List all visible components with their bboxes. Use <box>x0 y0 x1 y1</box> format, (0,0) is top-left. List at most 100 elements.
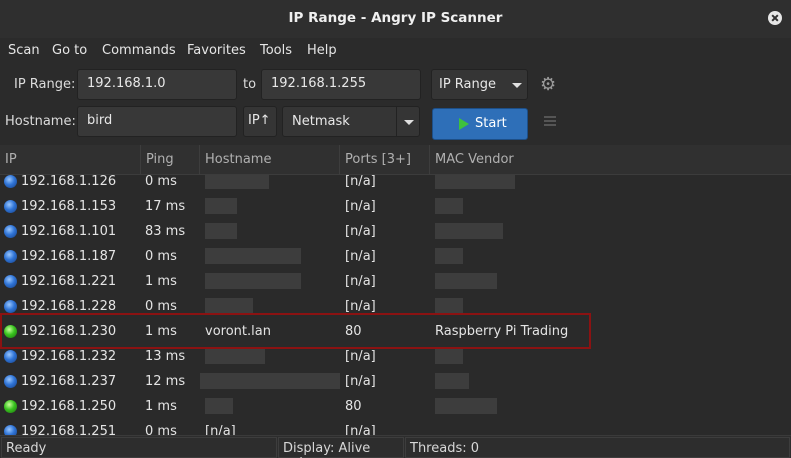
status-dot-icon <box>4 350 17 363</box>
cell-ports: [n/a] <box>345 175 376 189</box>
redacted-vendor <box>435 248 463 264</box>
cell-ping: 1 ms <box>145 274 177 289</box>
ip-up-button[interactable]: IP↑ <box>243 106 277 137</box>
cell-ping: 0 ms <box>145 249 177 264</box>
close-icon[interactable] <box>768 11 782 25</box>
table-row[interactable]: 192.168.1.237 12 ms [n/a] <box>0 369 791 394</box>
play-icon <box>459 118 469 130</box>
redacted-vendor <box>435 223 503 239</box>
feeder-select[interactable]: IP Range <box>431 69 528 100</box>
status-dot-icon <box>4 425 17 435</box>
gear-icon[interactable]: ⚙ <box>540 76 558 94</box>
cell-ports: 80 <box>345 399 362 414</box>
list-icon[interactable] <box>544 116 556 128</box>
table-row[interactable]: 192.168.1.153 17 ms [n/a] <box>0 194 791 219</box>
dropdown-divider <box>396 107 397 136</box>
menu-tools[interactable]: Tools <box>260 43 292 58</box>
cell-ping: 83 ms <box>145 224 186 239</box>
cell-ip: 192.168.1.187 <box>21 249 117 264</box>
feeder-select-value: IP Range <box>439 77 497 92</box>
cell-ports: [n/a] <box>345 424 376 435</box>
cell-ports: [n/a] <box>345 374 376 389</box>
cell-ping: 12 ms <box>145 374 186 389</box>
redacted-hostname <box>205 273 301 289</box>
table-row[interactable]: 192.168.1.187 0 ms [n/a] <box>0 244 791 269</box>
redacted-vendor <box>435 398 497 414</box>
cell-ping: 0 ms <box>145 299 177 314</box>
cell-ip: 192.168.1.250 <box>21 399 117 414</box>
table-row[interactable]: 192.168.1.221 1 ms [n/a] <box>0 269 791 294</box>
menu-favorites[interactable]: Favorites <box>187 43 246 58</box>
menu-bar: Scan Go to Commands Favorites Tools Help <box>0 38 791 64</box>
table-body: 192.168.1.126 0 ms [n/a] 192.168.1.153 1… <box>0 175 791 435</box>
cell-ports: [n/a] <box>345 199 376 214</box>
ip-range-label: IP Range: <box>14 77 76 92</box>
results-table: IP Ping Hostname Ports [3+] MAC Vendor 1… <box>0 145 791 435</box>
column-ping[interactable]: Ping <box>141 145 200 175</box>
redacted-hostname <box>205 175 269 189</box>
column-mac-vendor[interactable]: MAC Vendor <box>430 145 791 175</box>
redacted-hostname <box>205 398 233 414</box>
redacted-vendor <box>435 198 463 214</box>
redacted-vendor <box>435 298 463 314</box>
cell-ports: [n/a] <box>345 249 376 264</box>
menu-scan[interactable]: Scan <box>8 43 40 58</box>
menu-commands[interactable]: Commands <box>102 43 176 58</box>
netmask-select-value: Netmask <box>292 114 350 129</box>
ip-end-input[interactable]: 192.168.1.255 <box>261 69 421 100</box>
status-dot-icon <box>4 175 17 188</box>
netmask-select[interactable]: Netmask <box>282 106 420 137</box>
cell-ip: 192.168.1.101 <box>21 224 117 239</box>
cell-ports: [n/a] <box>345 299 376 314</box>
window-title: IP Range - Angry IP Scanner <box>288 10 503 26</box>
table-row[interactable]: 192.168.1.126 0 ms [n/a] <box>0 175 791 194</box>
cell-ping: 0 ms <box>145 424 177 435</box>
status-dot-icon <box>4 400 17 413</box>
redacted-vendor <box>435 348 463 364</box>
column-ip[interactable]: IP <box>0 145 141 175</box>
column-ports[interactable]: Ports [3+] <box>340 145 430 175</box>
to-label: to <box>243 77 257 92</box>
cell-ports: [n/a] <box>345 274 376 289</box>
status-dot-icon <box>4 300 17 313</box>
cell-ip: 192.168.1.221 <box>21 274 117 289</box>
start-label: Start <box>475 116 507 131</box>
ip-start-input[interactable]: 192.168.1.0 <box>77 69 237 100</box>
redacted-hostname <box>205 248 301 264</box>
redacted-hostname <box>205 298 253 314</box>
cell-ports: [n/a] <box>345 349 376 364</box>
redacted-vendor <box>435 373 469 389</box>
hostname-input[interactable]: bird <box>77 106 237 137</box>
status-threads: Threads: 0 <box>405 437 790 458</box>
menu-goto[interactable]: Go to <box>52 43 87 58</box>
status-dot-icon <box>4 275 17 288</box>
cell-ping: 1 ms <box>145 399 177 414</box>
title-bar: IP Range - Angry IP Scanner <box>0 0 791 38</box>
start-button[interactable]: Start <box>432 108 528 140</box>
highlight-box <box>0 313 591 349</box>
table-row[interactable]: 192.168.1.251 0 ms [n/a] [n/a] <box>0 419 791 435</box>
redacted-vendor <box>435 273 497 289</box>
redacted-hostname <box>205 198 237 214</box>
redacted-hostname <box>200 373 340 389</box>
chevron-down-icon <box>512 83 522 88</box>
table-row[interactable]: 192.168.1.250 1 ms 80 <box>0 394 791 419</box>
redacted-hostname <box>205 223 237 239</box>
status-dot-icon <box>4 200 17 213</box>
cell-ip: 192.168.1.237 <box>21 374 117 389</box>
chevron-down-icon <box>404 120 414 125</box>
status-display[interactable]: Display: Alive only <box>278 437 404 458</box>
table-row[interactable]: 192.168.1.101 83 ms [n/a] <box>0 219 791 244</box>
cell-ip: 192.168.1.126 <box>21 175 117 189</box>
status-dot-icon <box>4 250 17 263</box>
table-header: IP Ping Hostname Ports [3+] MAC Vendor <box>0 145 791 175</box>
status-dot-icon <box>4 225 17 238</box>
cell-ping: 0 ms <box>145 175 177 189</box>
cell-ping: 13 ms <box>145 349 186 364</box>
cell-ip: 192.168.1.232 <box>21 349 117 364</box>
column-hostname[interactable]: Hostname <box>200 145 340 175</box>
menu-help[interactable]: Help <box>307 43 337 58</box>
redacted-vendor <box>435 175 515 189</box>
cell-ip: 192.168.1.153 <box>21 199 117 214</box>
status-ready: Ready <box>1 437 277 458</box>
